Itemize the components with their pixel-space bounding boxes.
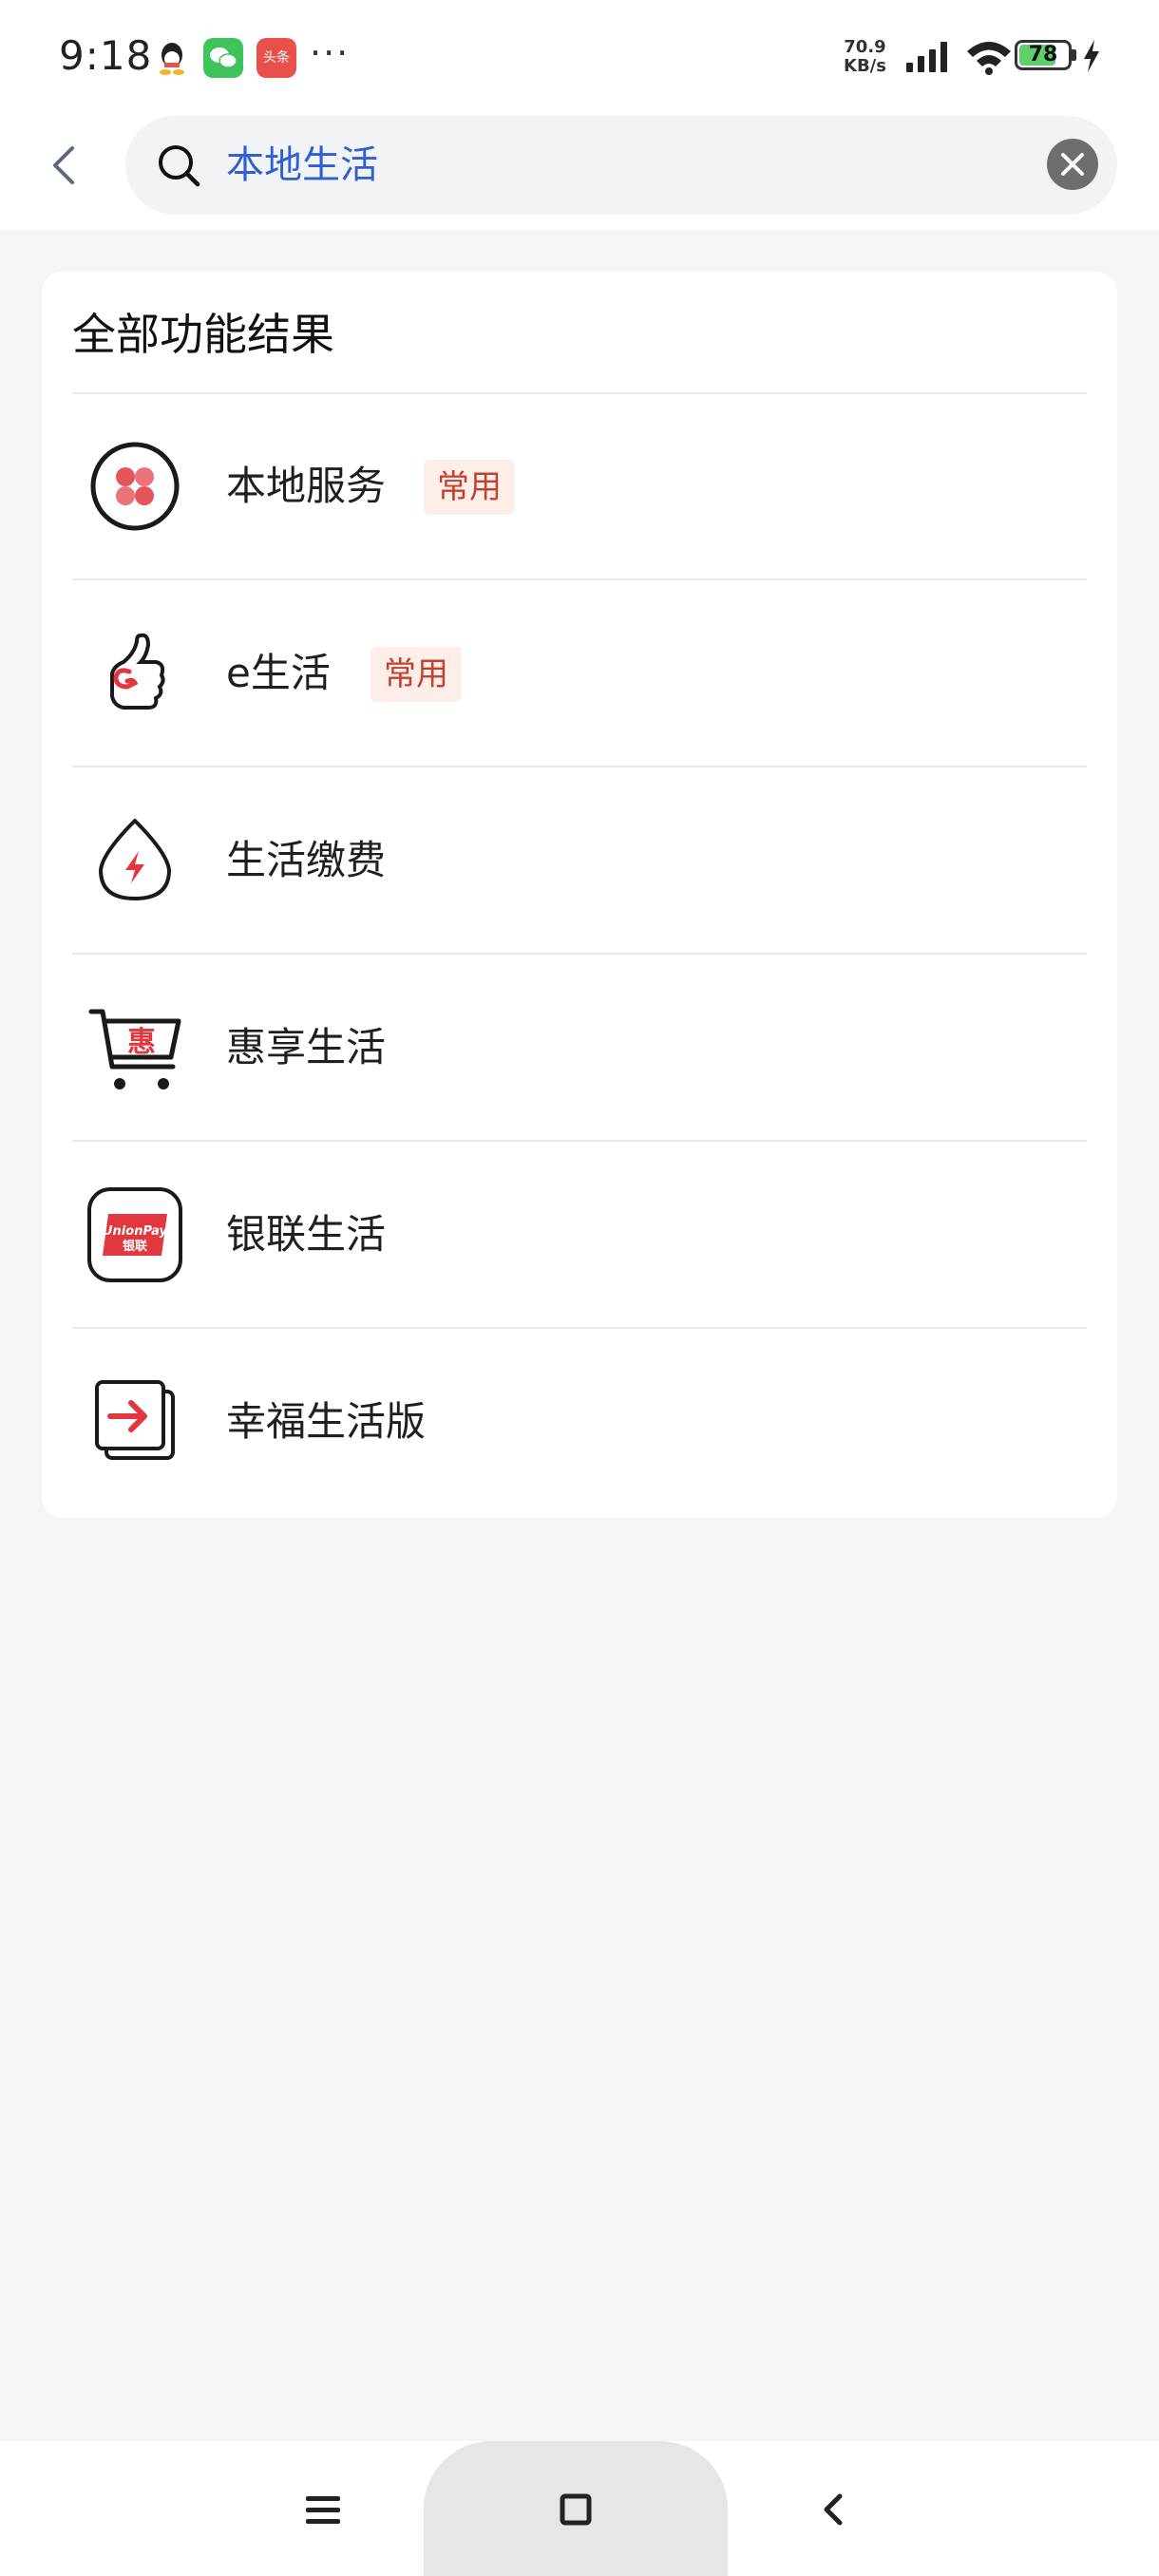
results-card: 全部功能结果 本地服务 常用 e生活 常用 生活缴费 惠 惠享生活 UnionP… [42,272,1117,1518]
clear-search-button[interactable] [1047,139,1098,190]
recent-apps-button[interactable] [302,2489,344,2530]
battery-level: 78 [1028,43,1058,66]
results-title: 全部功能结果 [72,309,334,360]
result-item-huixiang-life[interactable]: 惠 惠享生活 [42,955,1117,1142]
result-item-local-service[interactable]: 本地服务 常用 [42,393,1117,580]
toutiao-icon: 头条 [256,38,296,78]
search-header: 本地生活 [0,114,1159,230]
network-speed: 70.9 KB/s [844,38,886,76]
result-item-happy-life-version[interactable]: 幸福生活版 [42,1329,1117,1516]
frequent-badge: 常用 [424,460,515,515]
search-box[interactable]: 本地生活 [125,116,1117,215]
signal-icon [906,42,947,72]
result-label: e生活 [226,650,331,696]
close-icon [1061,153,1084,176]
result-item-utility-payment[interactable]: 生活缴费 [42,767,1117,955]
result-label: 生活缴费 [226,837,387,883]
menu-icon [306,2496,340,2524]
back-button[interactable] [38,137,95,194]
result-item-unionpay-life[interactable]: UnionPay 银联 银联生活 [42,1142,1117,1329]
qq-icon [152,38,192,78]
thumbs-up-icon [110,633,165,710]
switch-version-icon [95,1380,175,1460]
result-item-e-life[interactable]: e生活 常用 [42,580,1117,767]
charging-icon [1084,40,1099,72]
network-speed-unit: KB/s [844,56,886,76]
home-pill[interactable] [424,2441,728,2576]
search-icon [159,145,200,187]
more-notifications-icon: ··· [310,32,351,74]
system-back-button[interactable] [813,2489,855,2530]
network-speed-value: 70.9 [844,37,886,57]
wechat-icon [203,38,243,78]
frequent-badge: 常用 [370,647,462,702]
search-input[interactable]: 本地生活 [226,116,378,215]
battery-nub [1072,49,1076,61]
chevron-left-icon [824,2493,843,2526]
cart-icon-text: 惠 [127,1026,156,1059]
battery-icon: 78 [1015,40,1072,70]
result-label: 惠享生活 [226,1024,387,1070]
shopping-cart-icon: 惠 [88,1009,181,1089]
home-square-icon [560,2493,592,2526]
chevron-left-icon [53,146,74,184]
result-label: 本地服务 [226,463,387,509]
utility-payment-icon [99,819,171,900]
result-label: 幸福生活版 [226,1398,427,1445]
local-service-icon [90,442,180,531]
result-list: 本地服务 常用 e生活 常用 生活缴费 惠 惠享生活 UnionPay 银联 银… [42,393,1117,1516]
status-time: 9:18 [59,32,153,79]
unionpay-text: UnionPay [103,1224,168,1239]
system-navigation-bar [0,2441,1159,2576]
status-bar: 9:18 头条 ··· 70.9 KB/s 78 [0,0,1159,114]
unionpay-cn-text: 银联 [123,1239,147,1254]
unionpay-icon: UnionPay 银联 [87,1187,182,1282]
result-label: 银联生活 [226,1211,387,1258]
wifi-icon [967,42,1011,75]
